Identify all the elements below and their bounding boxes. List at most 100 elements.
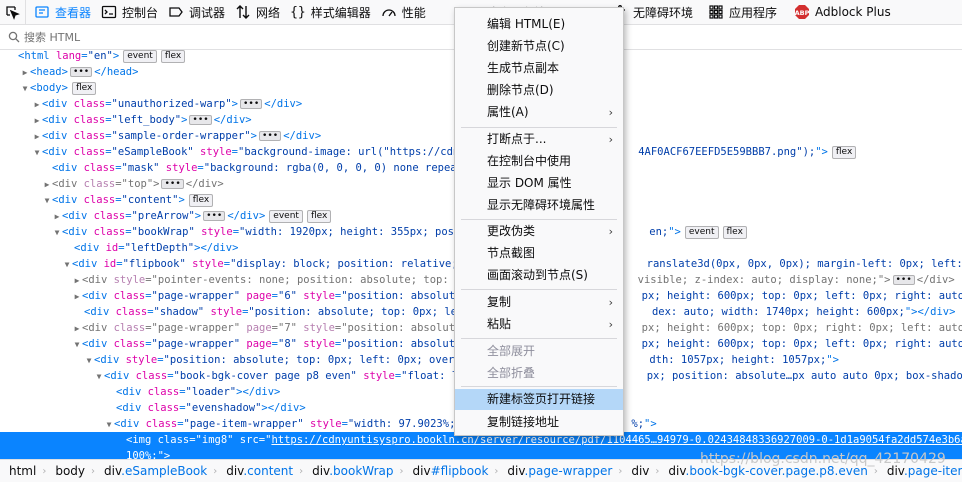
collapse-icon[interactable]: ▼ [32, 145, 42, 160]
collapsed-ellipsis[interactable]: ••• [258, 131, 282, 141]
collapsed-ellipsis[interactable]: ••• [69, 67, 93, 77]
event-badge[interactable]: event [269, 210, 303, 223]
menu-item-change-pseudo-class[interactable]: 更改伪类 › [455, 221, 623, 242]
submenu-arrow-icon: › [608, 106, 613, 119]
collapse-icon[interactable]: ▼ [104, 417, 114, 432]
performance-icon [381, 4, 397, 20]
expand-icon[interactable]: ▶ [42, 177, 52, 192]
breadcrumb: html › body › div.eSampleBook › div.content… [0, 459, 962, 482]
expand-icon[interactable]: ▶ [32, 97, 42, 112]
pick-element-icon [4, 4, 20, 20]
tab-label: 性能 [401, 5, 426, 20]
collapse-icon[interactable]: ▼ [94, 369, 104, 384]
breadcrumb-item[interactable]: div.page-wrapper [498, 464, 618, 478]
collapse-icon[interactable]: ▼ [72, 337, 82, 352]
application-icon [708, 4, 724, 20]
menu-separator [461, 127, 617, 128]
event-badge[interactable]: event [123, 50, 157, 63]
expand-icon[interactable]: ▶ [72, 273, 82, 288]
tab-label: Adblock Plus [815, 5, 891, 19]
menu-item-create-node[interactable]: 创建新节点(C) [455, 36, 623, 57]
menu-item-scroll-into-view[interactable]: 画面滚动到节点(S) [455, 265, 623, 286]
expand-icon[interactable]: ▶ [20, 65, 30, 80]
network-icon [235, 4, 251, 20]
flex-badge[interactable]: flex [831, 146, 857, 159]
svg-text:ABP: ABP [795, 9, 810, 17]
collapse-icon[interactable]: ▼ [84, 353, 94, 368]
menu-item-edit-html[interactable]: 编辑 HTML(E) [455, 14, 623, 35]
abp-icon: ABP [794, 4, 810, 20]
menu-item-paste[interactable]: 粘贴 › [455, 314, 623, 335]
tree-node-img-continuation[interactable]: 100%;"> [0, 448, 962, 459]
tab-label: 调试器 [189, 5, 226, 20]
collapsed-ellipsis[interactable]: ••• [161, 179, 184, 189]
flex-badge[interactable]: flex [306, 210, 332, 223]
menu-item-show-dom-properties[interactable]: 显示 DOM 属性 [455, 173, 623, 194]
menu-separator [461, 219, 617, 220]
breadcrumb-item[interactable]: div.content [217, 464, 299, 478]
expand-icon[interactable]: ▶ [72, 321, 82, 336]
tab-style-editor[interactable]: {} 样式编辑器 [286, 0, 377, 24]
menu-item-open-link-in-new-tab[interactable]: 新建标签页打开链接 [455, 389, 623, 410]
tab-debugger[interactable]: 调试器 [164, 0, 231, 24]
tab-application[interactable]: 应用程序 [704, 0, 783, 24]
menu-item-attributes[interactable]: 属性(A) › [455, 102, 623, 123]
tab-inspector[interactable]: 查看器 [30, 0, 97, 24]
tab-performance[interactable]: 性能 [377, 0, 432, 24]
breadcrumb-item[interactable]: body [46, 464, 91, 478]
flex-badge[interactable]: flex [188, 194, 214, 207]
collapsed-ellipsis[interactable]: ••• [189, 115, 212, 125]
menu-item-collapse-all: 全部折叠 [487, 366, 536, 380]
submenu-arrow-icon: › [608, 225, 613, 238]
expand-icon[interactable]: ▶ [32, 129, 42, 144]
collapsed-ellipsis[interactable]: ••• [239, 99, 263, 109]
menu-item-show-accessibility-properties[interactable]: 显示无障碍环境属性 [455, 195, 623, 216]
menu-separator [461, 338, 617, 339]
tab-adblock-plus[interactable]: ABP Adblock Plus [790, 0, 897, 24]
breadcrumb-item[interactable]: div.bookWrap [303, 464, 399, 478]
menu-item-copy[interactable]: 复制 › [455, 292, 623, 313]
breadcrumb-item[interactable]: div.eSampleBook [95, 464, 213, 478]
tab-label: 查看器 [55, 5, 92, 20]
tab-network[interactable]: 网络 [231, 0, 286, 24]
submenu-arrow-icon: › [608, 133, 613, 146]
collapse-icon[interactable]: ▼ [20, 81, 30, 96]
tab-label: 控制台 [122, 5, 159, 20]
menu-item-delete-node[interactable]: 删除节点(D) [455, 80, 623, 101]
flex-badge[interactable]: flex [160, 50, 186, 63]
tab-label: 网络 [256, 5, 281, 20]
flex-badge[interactable]: flex [722, 226, 747, 239]
breadcrumb-item[interactable]: div.book-bgk-cover.page.p8.even [659, 464, 873, 478]
submenu-arrow-icon: › [608, 318, 613, 331]
menu-separator [461, 289, 617, 290]
flex-badge[interactable]: flex [71, 82, 97, 95]
expand-icon[interactable]: ▶ [32, 113, 42, 128]
breadcrumb-item[interactable]: div [622, 464, 655, 478]
search-icon [8, 31, 20, 43]
menu-item-break-on[interactable]: 打断点于... › [455, 129, 623, 150]
breadcrumb-item[interactable]: div#flipbook [404, 464, 495, 478]
style-editor-icon: {} [290, 4, 306, 20]
menu-item-expand-all: 全部展开 [487, 344, 536, 358]
tab-console[interactable]: 控制台 [97, 0, 164, 24]
context-menu: 编辑 HTML(E) 创建新节点(C) 生成节点副本 删除节点(D) 属性(A)… [454, 7, 624, 436]
search-html-input[interactable] [24, 30, 424, 44]
event-badge[interactable]: event [684, 226, 719, 239]
menu-separator [461, 386, 617, 387]
collapse-icon[interactable]: ▼ [62, 257, 72, 272]
collapse-icon[interactable]: ▼ [52, 225, 62, 240]
breadcrumb-item[interactable]: html [0, 464, 42, 478]
expand-icon[interactable]: ▶ [52, 209, 62, 224]
attr-continuation: 100%;"> [126, 450, 171, 459]
breadcrumb-item[interactable]: div.page-item-wrapper [878, 464, 962, 478]
console-icon [101, 4, 117, 20]
collapsed-ellipsis[interactable]: ••• [203, 211, 226, 221]
menu-item-use-in-console[interactable]: 在控制台中使用 [455, 151, 623, 172]
menu-item-duplicate-node[interactable]: 生成节点副本 [455, 58, 623, 79]
expand-icon[interactable]: ▶ [72, 289, 82, 304]
collapsed-ellipsis[interactable]: ••• [892, 275, 915, 285]
element-picker-button[interactable] [0, 0, 26, 24]
menu-item-screenshot-node[interactable]: 节点截图 [455, 243, 623, 264]
menu-item-copy-link-address[interactable]: 复制链接地址 [455, 412, 623, 433]
collapse-icon[interactable]: ▼ [42, 193, 52, 208]
